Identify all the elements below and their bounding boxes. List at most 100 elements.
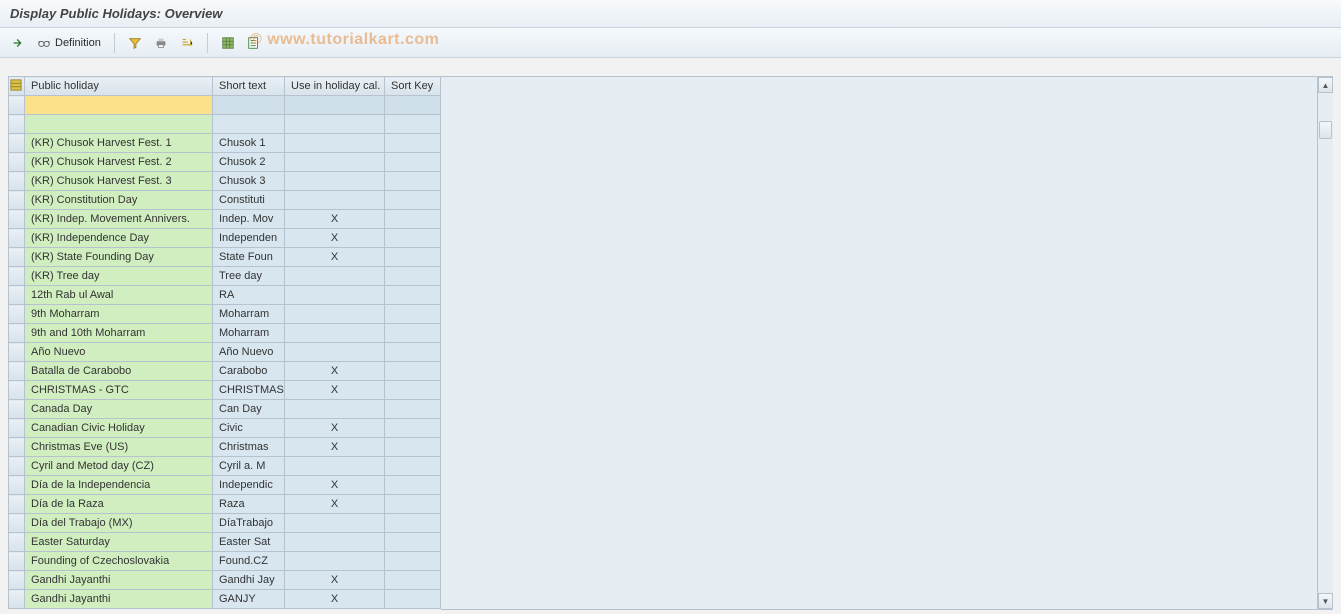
row-selector[interactable]: [9, 381, 25, 400]
row-selector[interactable]: [9, 343, 25, 362]
row-selector[interactable]: [9, 476, 25, 495]
export-button[interactable]: [242, 32, 266, 54]
row-selector[interactable]: [9, 400, 25, 419]
cell-public-holiday[interactable]: CHRISTMAS - GTC: [25, 381, 213, 400]
table-row[interactable]: CHRISTMAS - GTCCHRISTMASX: [9, 381, 441, 400]
cell-public-holiday[interactable]: Batalla de Carabobo: [25, 362, 213, 381]
table-row[interactable]: (KR) Chusok Harvest Fest. 1Chusok 1: [9, 134, 441, 153]
row-selector[interactable]: [9, 514, 25, 533]
table-row[interactable]: (KR) Constitution DayConstituti: [9, 191, 441, 210]
row-selector[interactable]: [9, 571, 25, 590]
cell-short-text[interactable]: Easter Sat: [213, 533, 285, 552]
cell-public-holiday[interactable]: Christmas Eve (US): [25, 438, 213, 457]
vertical-scrollbar[interactable]: ▲ ▼: [1317, 77, 1333, 609]
scroll-track[interactable]: [1318, 93, 1333, 593]
cell-public-holiday[interactable]: Día de la Raza: [25, 495, 213, 514]
cell-public-holiday[interactable]: 12th Rab ul Awal: [25, 286, 213, 305]
row-selector[interactable]: [9, 172, 25, 191]
row-selector[interactable]: [9, 134, 25, 153]
row-selector[interactable]: [9, 248, 25, 267]
table-row[interactable]: Gandhi JayanthiGandhi JayX: [9, 571, 441, 590]
row-selector[interactable]: [9, 96, 25, 115]
cell-short-text[interactable]: Constituti: [213, 191, 285, 210]
row-selector[interactable]: [9, 210, 25, 229]
cell-public-holiday[interactable]: Easter Saturday: [25, 533, 213, 552]
select-all-button[interactable]: [216, 32, 240, 54]
cell-short-text[interactable]: [213, 115, 285, 134]
table-row[interactable]: Año NuevoAño Nuevo: [9, 343, 441, 362]
cell-public-holiday[interactable]: (KR) Independence Day: [25, 229, 213, 248]
table-row[interactable]: Día de la IndependenciaIndependicX: [9, 476, 441, 495]
cell-short-text[interactable]: Independic: [213, 476, 285, 495]
table-row[interactable]: 9th MoharramMoharram: [9, 305, 441, 324]
cell-public-holiday[interactable]: 9th and 10th Moharram: [25, 324, 213, 343]
table-row[interactable]: Gandhi JayanthiGANJYX: [9, 590, 441, 609]
table-row[interactable]: (KR) Independence DayIndependenX: [9, 229, 441, 248]
sort-button[interactable]: [175, 32, 199, 54]
cell-public-holiday[interactable]: Canada Day: [25, 400, 213, 419]
cell-short-text[interactable]: Gandhi Jay: [213, 571, 285, 590]
col-sort-key[interactable]: Sort Key: [385, 77, 441, 96]
row-selector[interactable]: [9, 438, 25, 457]
cell-short-text[interactable]: CHRISTMAS: [213, 381, 285, 400]
row-selector[interactable]: [9, 267, 25, 286]
cell-public-holiday[interactable]: (KR) Chusok Harvest Fest. 1: [25, 134, 213, 153]
table-row[interactable]: Founding of CzechoslovakiaFound.CZ: [9, 552, 441, 571]
cell-public-holiday[interactable]: Canadian Civic Holiday: [25, 419, 213, 438]
col-public-holiday[interactable]: Public holiday: [25, 77, 213, 96]
row-selector[interactable]: [9, 457, 25, 476]
cell-short-text[interactable]: Año Nuevo: [213, 343, 285, 362]
row-selector[interactable]: [9, 191, 25, 210]
table-row[interactable]: Easter SaturdayEaster Sat: [9, 533, 441, 552]
cell-public-holiday[interactable]: Gandhi Jayanthi: [25, 590, 213, 609]
print-button[interactable]: [149, 32, 173, 54]
table-row[interactable]: Cyril and Metod day (CZ)Cyril a. M: [9, 457, 441, 476]
cell-public-holiday[interactable]: Cyril and Metod day (CZ): [25, 457, 213, 476]
table-row[interactable]: 9th and 10th MoharramMoharram: [9, 324, 441, 343]
cell-public-holiday[interactable]: (KR) Constitution Day: [25, 191, 213, 210]
table-row[interactable]: [9, 96, 441, 115]
cell-short-text[interactable]: Cyril a. M: [213, 457, 285, 476]
row-selector[interactable]: [9, 495, 25, 514]
table-row[interactable]: 12th Rab ul AwalRA: [9, 286, 441, 305]
cell-short-text[interactable]: Indep. Mov: [213, 210, 285, 229]
cell-short-text[interactable]: State Foun: [213, 248, 285, 267]
cell-short-text[interactable]: Carabobo: [213, 362, 285, 381]
cell-short-text[interactable]: DíaTrabajo: [213, 514, 285, 533]
row-selector[interactable]: [9, 533, 25, 552]
cell-public-holiday[interactable]: (KR) State Founding Day: [25, 248, 213, 267]
cell-short-text[interactable]: Moharram: [213, 324, 285, 343]
cell-short-text[interactable]: RA: [213, 286, 285, 305]
execute-button[interactable]: [6, 32, 30, 54]
cell-public-holiday[interactable]: Gandhi Jayanthi: [25, 571, 213, 590]
row-selector[interactable]: [9, 229, 25, 248]
table-row[interactable]: Día de la RazaRazaX: [9, 495, 441, 514]
table-row[interactable]: Christmas Eve (US)ChristmasX: [9, 438, 441, 457]
cell-short-text[interactable]: Civic: [213, 419, 285, 438]
cell-public-holiday[interactable]: Día de la Independencia: [25, 476, 213, 495]
cell-short-text[interactable]: Moharram: [213, 305, 285, 324]
row-selector[interactable]: [9, 324, 25, 343]
scroll-down-button[interactable]: ▼: [1318, 593, 1333, 609]
table-row[interactable]: [9, 115, 441, 134]
cell-short-text[interactable]: GANJY: [213, 590, 285, 609]
row-selector[interactable]: [9, 590, 25, 609]
scroll-up-button[interactable]: ▲: [1318, 77, 1333, 93]
table-row[interactable]: Día del Trabajo (MX)DíaTrabajo: [9, 514, 441, 533]
row-selector[interactable]: [9, 286, 25, 305]
cell-short-text[interactable]: Chusok 3: [213, 172, 285, 191]
table-row[interactable]: (KR) Chusok Harvest Fest. 3Chusok 3: [9, 172, 441, 191]
cell-public-holiday[interactable]: (KR) Chusok Harvest Fest. 3: [25, 172, 213, 191]
table-row[interactable]: (KR) Indep. Movement Annivers.Indep. Mov…: [9, 210, 441, 229]
cell-short-text[interactable]: Christmas: [213, 438, 285, 457]
cell-public-holiday[interactable]: (KR) Indep. Movement Annivers.: [25, 210, 213, 229]
cell-public-holiday[interactable]: (KR) Chusok Harvest Fest. 2: [25, 153, 213, 172]
row-selector[interactable]: [9, 305, 25, 324]
cell-short-text[interactable]: Can Day: [213, 400, 285, 419]
row-selector[interactable]: [9, 115, 25, 134]
cell-short-text[interactable]: Chusok 2: [213, 153, 285, 172]
cell-short-text[interactable]: Raza: [213, 495, 285, 514]
row-selector[interactable]: [9, 153, 25, 172]
table-row[interactable]: Canadian Civic HolidayCivicX: [9, 419, 441, 438]
row-selector[interactable]: [9, 419, 25, 438]
